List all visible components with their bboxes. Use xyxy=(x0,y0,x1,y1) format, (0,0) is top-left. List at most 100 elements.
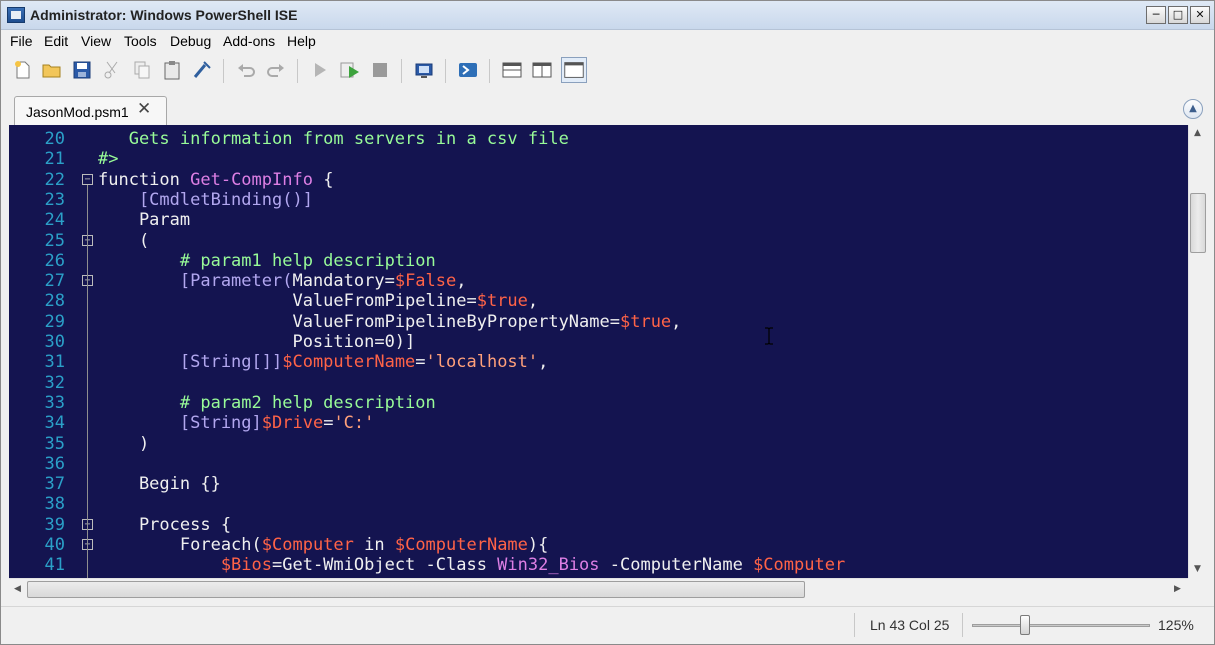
code-token: = xyxy=(415,352,426,373)
code-text: Gets information from servers in a csv f… xyxy=(98,129,569,149)
scroll-down-icon[interactable]: ▼ xyxy=(1189,561,1206,578)
window-title: Administrator: Windows PowerShell ISE xyxy=(30,7,298,23)
text-cursor-icon xyxy=(765,327,773,345)
toolbar xyxy=(1,53,1214,89)
code-line[interactable]: 22 − function Get-CompInfo { xyxy=(9,170,1188,190)
toolbar-separator xyxy=(297,59,298,83)
line-number: 32 xyxy=(44,372,65,393)
code-token: in xyxy=(353,535,395,555)
line-number: 24 xyxy=(44,210,65,231)
code-line[interactable]: 23 [CmdletBinding()] xyxy=(9,190,1188,210)
code-text: ValueFromPipelineByPropertyName=$true, xyxy=(98,312,681,332)
line-number: 37 xyxy=(44,474,65,495)
line-number: 29 xyxy=(44,311,65,332)
code-line[interactable]: 20 Gets information from servers in a cs… xyxy=(9,129,1188,149)
remote-powershell-icon[interactable] xyxy=(413,59,435,81)
cut-icon[interactable] xyxy=(101,59,123,81)
code-token: # param2 help description xyxy=(98,392,436,413)
show-script-maximized-icon[interactable] xyxy=(561,57,587,83)
title-bar[interactable]: Administrator: Windows PowerShell ISE ─ … xyxy=(1,1,1214,30)
code-line[interactable]: 30 Position=0)] xyxy=(9,332,1188,352)
code-line[interactable]: 32 xyxy=(9,373,1188,393)
line-number: 26 xyxy=(44,250,65,271)
scroll-left-icon[interactable]: ◀ xyxy=(9,581,26,598)
zoom-slider-thumb[interactable] xyxy=(1020,615,1031,635)
code-line[interactable]: 35 ) xyxy=(9,434,1188,454)
scroll-right-icon[interactable]: ▶ xyxy=(1169,581,1186,598)
code-token: , xyxy=(538,352,549,373)
menu-tools[interactable]: Tools xyxy=(124,33,157,49)
save-icon[interactable] xyxy=(71,59,93,81)
code-line[interactable]: 41 $Bios=Get-WmiObject -Class Win32_Bios… xyxy=(9,555,1188,575)
scroll-up-icon[interactable]: ▲ xyxy=(1189,125,1206,142)
code-text: [Parameter(Mandatory=$False, xyxy=(98,271,467,291)
code-token: -ComputerName xyxy=(599,555,754,576)
collapse-script-pane-button[interactable]: ▲ xyxy=(1183,99,1203,119)
code-line[interactable]: 39− Process { xyxy=(9,515,1188,535)
code-line[interactable]: 26 # param1 help description xyxy=(9,251,1188,271)
tab-jasonmod[interactable]: JasonMod.psm1 ✕ xyxy=(14,96,167,126)
minimize-button[interactable]: ─ xyxy=(1146,6,1166,24)
zoom-level: 125% xyxy=(1158,617,1194,633)
code-token: , xyxy=(456,271,467,292)
code-text: [String[]]$ComputerName='localhost', xyxy=(98,352,549,373)
code-line[interactable]: 38 xyxy=(9,494,1188,514)
code-line[interactable]: 24 Param xyxy=(9,210,1188,230)
clear-console-icon[interactable] xyxy=(191,59,213,81)
code-text: #> xyxy=(98,149,118,169)
menu-file[interactable]: File xyxy=(10,33,33,49)
code-token: [String] xyxy=(98,413,262,434)
code-text: Param xyxy=(98,210,190,230)
show-script-right-icon[interactable] xyxy=(531,59,553,81)
code-line[interactable]: 29 ValueFromPipelineByPropertyName=$true… xyxy=(9,312,1188,332)
code-token: =Get-WmiObject -Class xyxy=(272,555,498,576)
powershell-icon[interactable] xyxy=(457,59,479,81)
menu-add-ons[interactable]: Add-ons xyxy=(223,33,275,49)
code-token: Mandatory= xyxy=(292,271,395,292)
code-line[interactable]: 34 [String]$Drive='C:' xyxy=(9,413,1188,433)
collapse-region-icon[interactable]: − xyxy=(82,173,93,185)
vertical-scrollbar[interactable]: ▲ ▼ xyxy=(1188,125,1206,578)
code-token: ( xyxy=(98,230,150,251)
run-selection-icon[interactable] xyxy=(339,59,361,81)
vertical-scroll-thumb[interactable] xyxy=(1190,193,1206,253)
new-icon[interactable] xyxy=(12,59,34,81)
code-line[interactable]: 25− ( xyxy=(9,231,1188,251)
code-line[interactable]: 33 # param2 help description xyxy=(9,393,1188,413)
menu-view[interactable]: View xyxy=(81,33,111,49)
redo-icon[interactable] xyxy=(265,59,287,81)
code-text: [String]$Drive='C:' xyxy=(98,413,375,434)
horizontal-scroll-thumb[interactable] xyxy=(27,581,805,598)
code-line[interactable]: 27− [Parameter(Mandatory=$False, xyxy=(9,271,1188,291)
code-token: $Computer xyxy=(261,535,354,555)
powershell-ise-icon xyxy=(7,7,25,23)
code-token: [CmdletBinding()] xyxy=(98,189,313,210)
paste-icon[interactable] xyxy=(161,59,183,81)
code-token: ValueFromPipeline= xyxy=(98,291,477,312)
line-number: 38 xyxy=(44,494,65,515)
show-script-top-icon[interactable] xyxy=(501,59,523,81)
close-tab-icon[interactable]: ✕ xyxy=(137,99,151,119)
code-line[interactable]: 37 Begin {} xyxy=(9,474,1188,494)
undo-icon[interactable] xyxy=(235,59,257,81)
code-line[interactable]: 40− Foreach($Computer in $ComputerName){ xyxy=(9,535,1188,555)
close-button[interactable]: ✕ xyxy=(1190,6,1210,24)
menu-help[interactable]: Help xyxy=(287,33,316,49)
maximize-button[interactable]: □ xyxy=(1168,6,1188,24)
stop-icon[interactable] xyxy=(369,59,391,81)
code-line[interactable]: 21 #> xyxy=(9,149,1188,169)
open-icon[interactable] xyxy=(41,59,63,81)
zoom-slider[interactable] xyxy=(972,624,1150,627)
code-token: , xyxy=(527,291,539,312)
script-tab-strip: JasonMod.psm1 ✕ ▲ xyxy=(1,89,1214,126)
copy-icon[interactable] xyxy=(131,59,153,81)
script-editor[interactable]: 20 Gets information from servers in a cs… xyxy=(9,125,1188,578)
code-line[interactable]: 36 xyxy=(9,454,1188,474)
code-line[interactable]: 28 ValueFromPipeline=$true, xyxy=(9,291,1188,311)
code-line[interactable]: 31 [String[]]$ComputerName='localhost', xyxy=(9,352,1188,372)
code-text: [CmdletBinding()] xyxy=(98,190,313,210)
horizontal-scrollbar[interactable]: ◀ ▶ xyxy=(9,578,1188,599)
run-icon[interactable] xyxy=(309,59,331,81)
menu-edit[interactable]: Edit xyxy=(44,33,68,49)
menu-debug[interactable]: Debug xyxy=(170,33,211,49)
